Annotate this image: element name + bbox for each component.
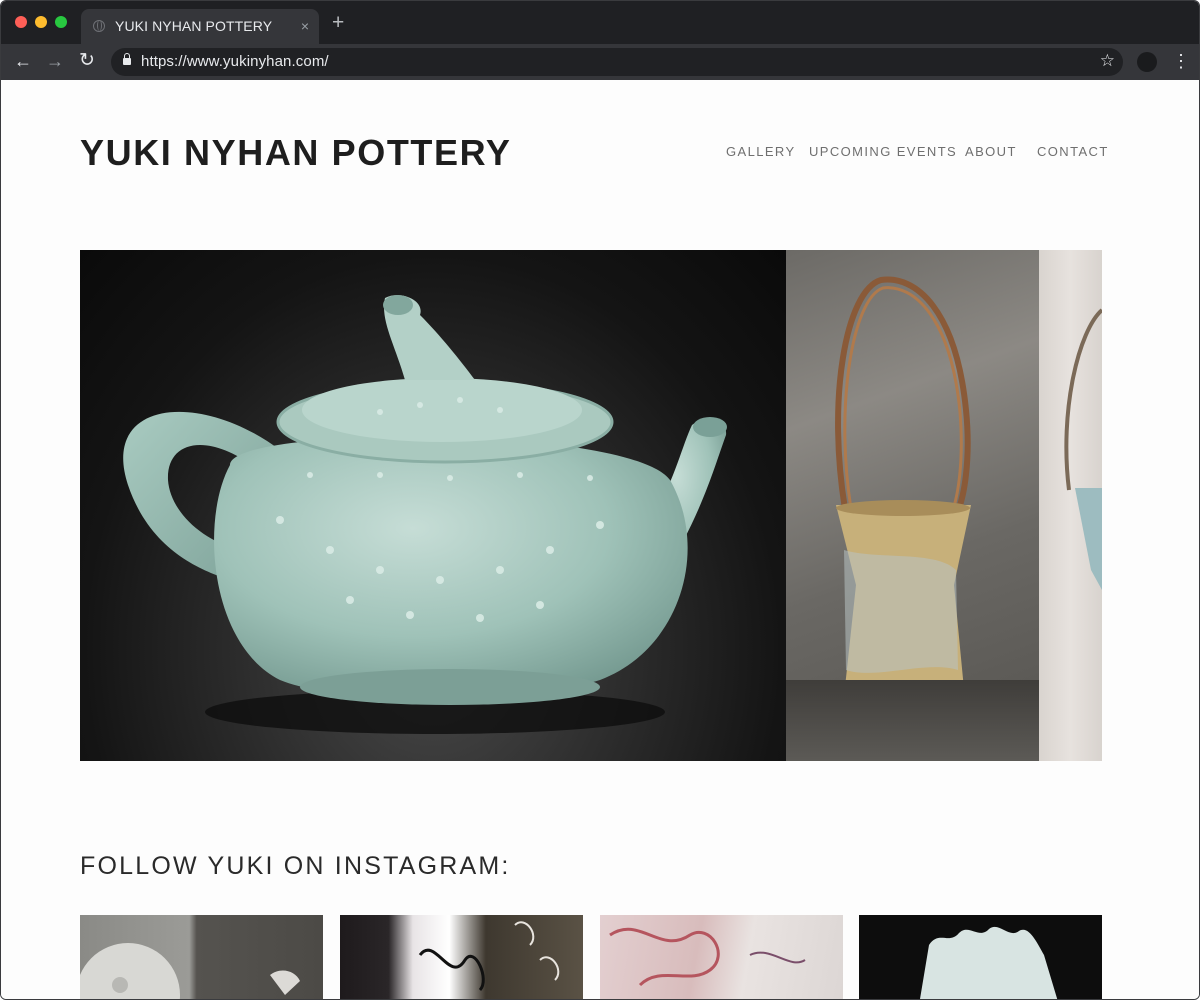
active-tab[interactable]: YUKI NYHAN POTTERY ×	[81, 9, 319, 44]
nav-contact-link[interactable]: CONTACT	[1037, 144, 1109, 159]
maximize-window-button[interactable]	[55, 16, 67, 28]
instagram-post-3[interactable]	[600, 915, 843, 999]
lock-icon	[123, 53, 131, 65]
page-content: YUKI NYHAN POTTERY GALLERY UPCOMING EVEN…	[1, 80, 1199, 999]
tab-title: YUKI NYHAN POTTERY	[115, 18, 273, 34]
hero-slide-vase[interactable]	[786, 250, 1039, 761]
close-tab-icon[interactable]: ×	[301, 17, 309, 35]
new-tab-button[interactable]: +	[332, 12, 344, 34]
hero-slide-partial[interactable]	[1039, 250, 1102, 761]
forward-icon[interactable]: →	[46, 50, 64, 72]
profile-avatar[interactable]	[1137, 52, 1157, 72]
url-text: https://www.yukinyhan.com/	[141, 53, 329, 70]
menu-icon[interactable]: ⋮	[1172, 50, 1190, 72]
partial-vase-image	[1064, 308, 1102, 590]
hero-slide-teapot[interactable]	[80, 250, 786, 761]
main-nav: GALLERY UPCOMING EVENTS ABOUT CONTACT	[1, 144, 1107, 164]
browser-window: YUKI NYHAN POTTERY × + ← → ↻ https://www…	[0, 0, 1200, 1000]
address-bar[interactable]: https://www.yukinyhan.com/ ☆	[111, 48, 1123, 76]
nav-gallery-link[interactable]: GALLERY	[726, 144, 796, 159]
stone-ground	[786, 680, 1039, 761]
instagram-post-1[interactable]	[80, 915, 323, 999]
minimize-window-button[interactable]	[35, 16, 47, 28]
instagram-post-2[interactable]	[340, 915, 583, 999]
bowl-image	[920, 927, 1058, 999]
globe-icon	[93, 20, 105, 32]
browser-toolbar: ← → ↻ https://www.yukinyhan.com/ ☆ ⋮	[1, 44, 1199, 80]
tab-strip: YUKI NYHAN POTTERY × +	[1, 1, 1199, 44]
pattern-image	[609, 927, 806, 987]
sketch-image	[418, 921, 560, 992]
reload-icon[interactable]: ↻	[79, 50, 95, 72]
nav-upcoming-events-link[interactable]: UPCOMING EVENTS	[809, 144, 957, 159]
hero-slideshow[interactable]	[80, 250, 1102, 761]
back-icon[interactable]: ←	[14, 50, 32, 72]
teapot-image	[123, 295, 727, 734]
moon-image	[80, 943, 300, 999]
instagram-heading: FOLLOW YUKI ON INSTAGRAM:	[80, 852, 511, 880]
close-window-button[interactable]	[15, 16, 27, 28]
instagram-post-4[interactable]	[859, 915, 1102, 999]
bookmark-star-icon[interactable]: ☆	[1100, 51, 1115, 71]
nav-about-link[interactable]: ABOUT	[965, 144, 1017, 159]
